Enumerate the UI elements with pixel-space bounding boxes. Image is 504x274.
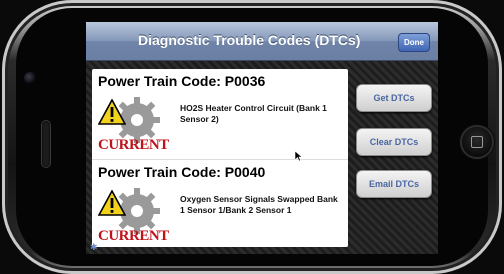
dtc-status-graphic: CURRENT [98, 93, 170, 155]
speaker-grille [42, 121, 50, 167]
email-dtcs-button[interactable]: Email DTCs [356, 170, 432, 198]
bluetooth-icon: ✱ [90, 242, 98, 252]
done-button[interactable]: Done [398, 33, 430, 52]
status-badge: CURRENT [98, 228, 169, 244]
dtc-title: Power Train Code: P0040 [98, 164, 266, 180]
warning-icon [98, 190, 126, 216]
page-title: Diagnostic Trouble Codes (DTCs) [138, 32, 361, 48]
dtc-description: Oxygen Sensor Signals Swapped Bank 1 Sen… [180, 194, 338, 215]
dtc-status-graphic: CURRENT [98, 184, 170, 246]
get-dtcs-button[interactable]: Get DTCs [356, 84, 432, 112]
dtc-item[interactable]: Power Train Code: P0036 CURRENT HO2S Hea… [92, 69, 348, 157]
home-button[interactable] [462, 127, 492, 157]
app-screen: Diagnostic Trouble Codes (DTCs) Done Pow… [86, 22, 438, 254]
mouse-cursor-icon [295, 151, 303, 161]
home-square-icon [471, 136, 483, 148]
navigation-bar: Diagnostic Trouble Codes (DTCs) Done [86, 22, 438, 61]
dtc-list[interactable]: Power Train Code: P0036 CURRENT HO2S Hea… [92, 69, 348, 247]
dtc-item[interactable]: Power Train Code: P0040 CURRENT Oxygen S… [92, 159, 348, 247]
dtc-title: Power Train Code: P0036 [98, 73, 266, 89]
warning-icon [98, 99, 126, 125]
clear-dtcs-button[interactable]: Clear DTCs [356, 128, 432, 156]
status-badge: CURRENT [98, 137, 169, 153]
dtc-description: HO2S Heater Control Circuit (Bank 1 Sens… [180, 103, 327, 124]
camera-icon [24, 72, 36, 84]
